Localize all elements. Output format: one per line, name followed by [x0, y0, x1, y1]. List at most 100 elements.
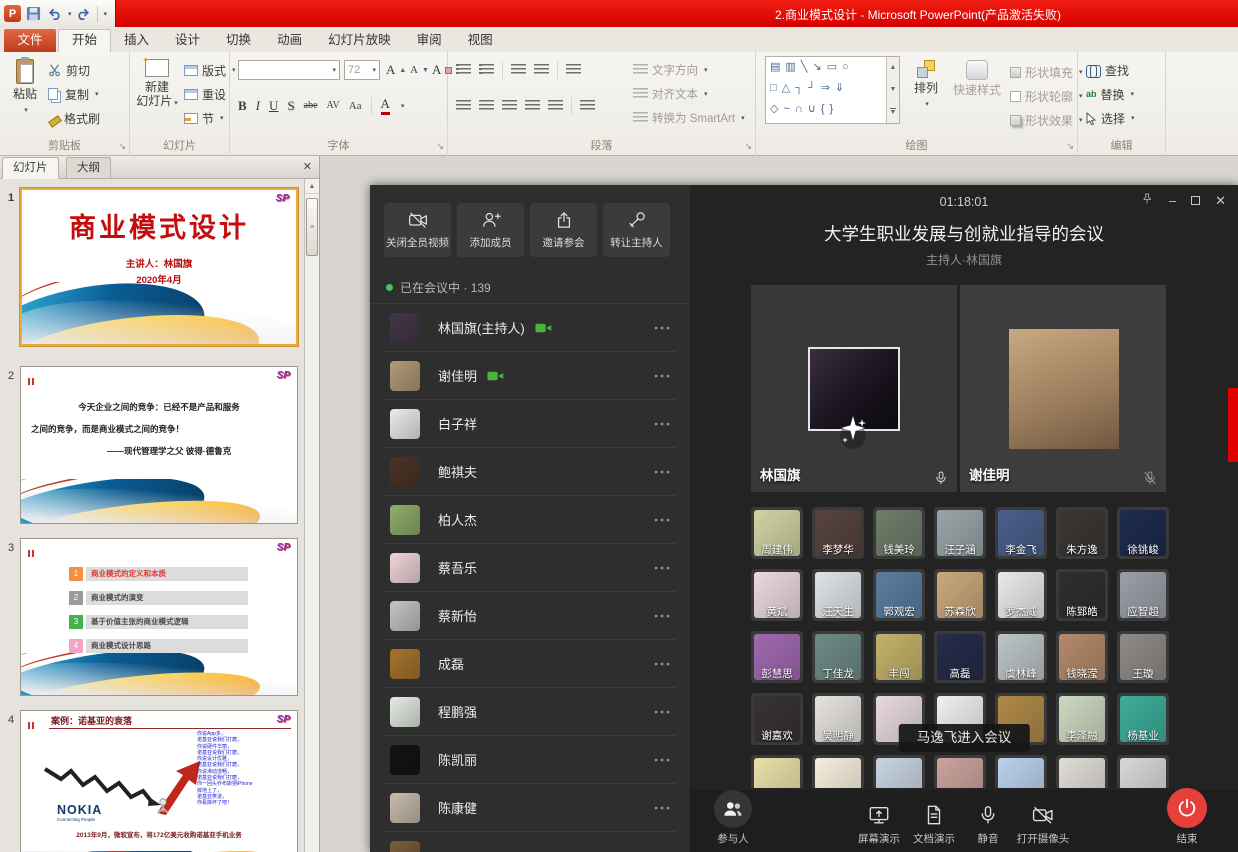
save-icon[interactable] — [24, 5, 42, 23]
align-text-button[interactable]: 对齐文本▾ — [633, 86, 708, 102]
align-left-icon[interactable] — [456, 100, 471, 112]
tab-动画[interactable]: 动画 — [264, 29, 315, 52]
redo-icon[interactable] — [75, 5, 93, 23]
video-grid-tile[interactable] — [1056, 755, 1108, 788]
featured-video-tile[interactable]: 林国旗 — [751, 285, 957, 492]
copy-button[interactable]: 复制▾ — [48, 84, 99, 104]
video-grid-tile[interactable]: 陈郅皓 — [1056, 569, 1108, 621]
cut-button[interactable]: 剪切 — [48, 60, 90, 80]
font-name-combo[interactable]: ▾ — [238, 60, 340, 80]
font-color-button[interactable]: A — [381, 96, 390, 115]
video-grid-tile[interactable]: 李泽融 — [1056, 693, 1108, 745]
participant-row[interactable] — [384, 832, 676, 852]
participant-row[interactable]: 谢佳明 — [384, 352, 676, 400]
video-grid-tile[interactable]: 吴明静 — [812, 693, 864, 745]
participants-button[interactable]: 参与人 — [714, 790, 752, 846]
shapes-gallery-scrollbar[interactable]: ▲▼▼ — [886, 57, 899, 123]
transfer-host-button[interactable]: 转让主持人 — [603, 203, 670, 257]
new-slide-button[interactable]: 新建幻灯片▾ — [132, 56, 182, 111]
screen-share-button[interactable]: 屏幕演示 — [858, 802, 900, 846]
tab-file[interactable]: 文件 — [4, 29, 56, 52]
more-button[interactable] — [652, 462, 672, 482]
convert-smartart-button[interactable]: 转换为 SmartArt▾ — [633, 110, 745, 126]
justify-icon[interactable] — [525, 100, 540, 112]
tab-视图[interactable]: 视图 — [455, 29, 506, 52]
more-button[interactable] — [652, 414, 672, 434]
dialog-launcher-icon[interactable]: ↘ — [436, 141, 444, 152]
slide-thumbnail-4[interactable]: SP 案例：诺基亚的衰落 NOKIA Connecting People 你说A… — [20, 710, 298, 852]
dialog-launcher-icon[interactable]: ↘ — [1066, 141, 1074, 152]
undo-icon[interactable] — [45, 5, 63, 23]
participant-row[interactable]: 蔡新怡 — [384, 592, 676, 640]
bold-button[interactable]: B — [238, 98, 247, 114]
distribute-icon[interactable] — [548, 100, 563, 112]
video-grid-tile[interactable]: 钱美玲 — [873, 507, 925, 559]
character-spacing-button[interactable]: AV — [327, 100, 340, 111]
more-button[interactable] — [652, 702, 672, 722]
video-grid-tile[interactable]: 郭观宏 — [873, 569, 925, 621]
video-grid-tile[interactable]: 徐铫峻 — [1117, 507, 1169, 559]
video-grid-tile[interactable]: 周建伟 — [751, 507, 803, 559]
video-grid-tile[interactable]: 黄斌 — [751, 569, 803, 621]
powerpoint-logo-icon[interactable]: P — [4, 5, 21, 22]
undo-dropdown-icon[interactable]: ▾ — [68, 10, 72, 18]
tab-设计[interactable]: 设计 — [162, 29, 213, 52]
participant-row[interactable]: 林国旗(主持人) — [384, 304, 676, 352]
increase-indent-icon[interactable] — [534, 64, 549, 76]
more-button[interactable] — [652, 654, 672, 674]
arrange-button[interactable]: 排列▾ — [905, 56, 947, 112]
video-grid-tile[interactable]: 王璇 — [1117, 631, 1169, 683]
video-grid-tile[interactable]: 高磊 — [934, 631, 986, 683]
participant-row[interactable]: 蔡吾乐 — [384, 544, 676, 592]
paste-button[interactable]: 粘贴▾ — [6, 56, 44, 118]
tab-插入[interactable]: 插入 — [111, 29, 162, 52]
video-grid-tile[interactable]: 彭慧思 — [751, 631, 803, 683]
video-grid-tile[interactable]: 汪天生 — [812, 569, 864, 621]
mute-button[interactable]: 静音 — [977, 802, 999, 846]
more-button[interactable] — [652, 510, 672, 530]
video-grid-tile[interactable] — [995, 755, 1047, 788]
participant-row[interactable]: 白子祥 — [384, 400, 676, 448]
quick-styles-button[interactable]: 快速样式 — [949, 56, 1005, 97]
dialog-launcher-icon[interactable]: ↘ — [118, 141, 126, 152]
video-grid-tile[interactable]: 杨基业 — [1117, 693, 1169, 745]
shapes-gallery[interactable]: ▤▥╲↘▭○ □△┐┘⇒⇓ ◇~∩∪{} ▲▼▼ — [765, 56, 900, 124]
participant-row[interactable]: 鲍祺夫 — [384, 448, 676, 496]
scroll-up-icon[interactable]: ▲ — [305, 179, 319, 194]
find-button[interactable]: 查找 — [1086, 60, 1129, 80]
underline-button[interactable]: U — [269, 98, 278, 114]
align-center-icon[interactable] — [479, 100, 494, 112]
numbering-icon[interactable] — [479, 64, 494, 76]
video-grid-tile[interactable]: 汪子涵 — [934, 507, 986, 559]
video-grid-tile[interactable]: 丰闯 — [873, 631, 925, 683]
participant-row[interactable]: 陈康健 — [384, 784, 676, 832]
line-spacing-icon[interactable] — [566, 64, 581, 76]
participant-row[interactable]: 成磊 — [384, 640, 676, 688]
more-button[interactable] — [652, 846, 672, 852]
tab-幻灯片放映[interactable]: 幻灯片放映 — [315, 29, 404, 52]
more-button[interactable] — [652, 318, 672, 338]
customize-toolbar-icon[interactable]: ▾ — [104, 10, 108, 18]
add-member-button[interactable]: 添加成员 — [457, 203, 524, 257]
change-case-button[interactable]: Aa — [349, 100, 362, 112]
end-button[interactable]: 结束 — [1167, 788, 1207, 846]
video-grid-tile[interactable]: 谢嘉欢 — [751, 693, 803, 745]
featured-video-tile[interactable]: 谢佳明 — [960, 285, 1166, 492]
doc-share-button[interactable]: 文档演示 — [913, 802, 955, 846]
scrollbar-thumb[interactable]: ≡ — [306, 198, 318, 256]
dialog-launcher-icon[interactable]: ↘ — [744, 141, 752, 152]
video-grid-tile[interactable] — [934, 755, 986, 788]
tab-开始[interactable]: 开始 — [58, 29, 111, 52]
participant-row[interactable]: 陈凯丽 — [384, 736, 676, 784]
video-grid-tile[interactable]: 朱方逸 — [1056, 507, 1108, 559]
close-all-video-button[interactable]: 关闭全员视频 — [384, 203, 451, 257]
video-grid-tile[interactable]: 虞林峰 — [995, 631, 1047, 683]
panel-scrollbar[interactable]: ▲ ≡ — [304, 179, 319, 852]
align-right-icon[interactable] — [502, 100, 517, 112]
layout-button[interactable]: 版式▾ — [184, 60, 236, 80]
participant-row[interactable]: 程鹏强 — [384, 688, 676, 736]
shape-effects-button[interactable]: 形状效果▾ — [1010, 110, 1083, 130]
more-button[interactable] — [652, 606, 672, 626]
format-painter-button[interactable]: 格式刷 — [48, 108, 100, 128]
video-grid-tile[interactable]: 丁佳龙 — [812, 631, 864, 683]
